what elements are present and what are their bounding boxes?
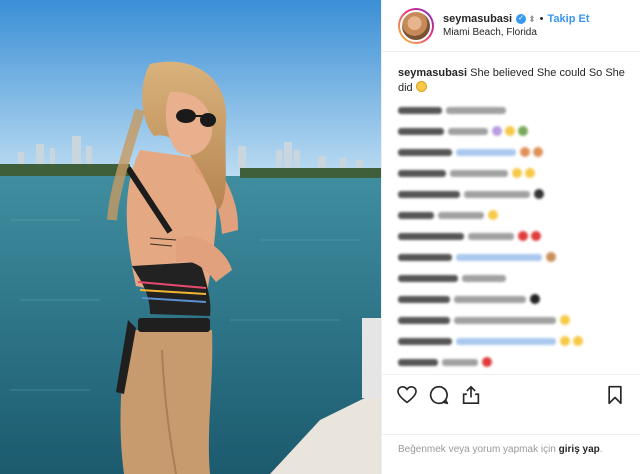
post-image xyxy=(0,0,381,474)
emoji-icon xyxy=(520,147,530,157)
separator-bullet: • xyxy=(539,12,544,25)
like-button[interactable] xyxy=(394,382,420,408)
share-button[interactable] xyxy=(458,382,484,408)
smiley-emoji-icon xyxy=(415,81,427,92)
comment-text xyxy=(462,274,506,282)
verified-badge-icon: ✓ xyxy=(516,13,527,24)
comment-text xyxy=(454,295,526,303)
comment-username[interactable] xyxy=(398,169,446,177)
emoji-icon xyxy=(512,168,522,178)
share-icon xyxy=(462,385,480,404)
emoji-icon xyxy=(560,336,570,346)
comment-username[interactable] xyxy=(398,211,434,219)
heart-icon xyxy=(397,385,417,403)
emoji-icon xyxy=(533,147,543,157)
comment-row xyxy=(398,228,626,244)
comment-row xyxy=(398,123,626,139)
comment-text xyxy=(450,169,508,177)
comment-text xyxy=(446,106,506,114)
comment-text xyxy=(456,253,542,261)
caption-username[interactable]: seymasubasi xyxy=(398,67,467,79)
comment-row xyxy=(398,291,626,307)
emoji-icon xyxy=(525,168,535,178)
login-period: . xyxy=(599,444,603,455)
emoji-icon xyxy=(560,315,570,325)
blurred-comments xyxy=(398,102,626,370)
more-icon[interactable]: ⬍ xyxy=(528,12,536,26)
comment-row xyxy=(398,144,626,160)
comment-row xyxy=(398,354,626,370)
comment-row xyxy=(398,249,626,265)
login-prompt-text: Beğenmek veya yorum yapmak için xyxy=(398,444,556,455)
emoji-icon xyxy=(534,189,544,199)
post-photo[interactable] xyxy=(0,0,381,474)
comment-username[interactable] xyxy=(398,232,464,240)
login-prompt: Beğenmek veya yorum yapmak için giriş ya… xyxy=(382,434,640,457)
post-details-panel: seymasubasi ✓ ⬍ • Takip Et Miami Beach, … xyxy=(381,0,640,474)
emoji-icon xyxy=(573,336,583,346)
comment-icon xyxy=(429,385,449,404)
emoji-icon xyxy=(518,231,528,241)
comment-text xyxy=(454,316,556,324)
save-button[interactable] xyxy=(602,382,628,408)
location-link[interactable]: Miami Beach, Florida xyxy=(443,26,590,40)
comment-username[interactable] xyxy=(398,253,452,261)
emoji-icon xyxy=(482,357,492,367)
login-link[interactable]: giriş yap xyxy=(559,444,600,455)
comment-row xyxy=(398,165,626,181)
comment-username[interactable] xyxy=(398,295,450,303)
emoji-icon xyxy=(505,126,515,136)
comment-row xyxy=(398,207,626,223)
avatar[interactable] xyxy=(398,7,434,44)
post-header: seymasubasi ✓ ⬍ • Takip Et Miami Beach, … xyxy=(382,0,640,52)
comment-username[interactable] xyxy=(398,148,452,156)
comment-username[interactable] xyxy=(398,274,458,282)
comment-row xyxy=(398,312,626,328)
comment-username[interactable] xyxy=(398,127,444,135)
comment-text xyxy=(456,148,516,156)
follow-button[interactable]: Takip Et xyxy=(548,12,590,26)
comment-text xyxy=(438,211,484,219)
comments-list[interactable]: seymasubasi She believed She could So Sh… xyxy=(382,52,640,372)
comment-username[interactable] xyxy=(398,358,438,366)
comment-username[interactable] xyxy=(398,190,460,198)
comment-row xyxy=(398,186,626,202)
bookmark-icon xyxy=(608,385,622,404)
emoji-icon xyxy=(488,210,498,220)
comment-text xyxy=(442,358,478,366)
comment-row xyxy=(398,333,626,349)
username-link[interactable]: seymasubasi xyxy=(443,12,512,26)
emoji-icon xyxy=(518,126,528,136)
emoji-icon xyxy=(531,231,541,241)
emoji-icon xyxy=(492,126,502,136)
comment-button[interactable] xyxy=(426,382,452,408)
post-caption: seymasubasi She believed She could So Sh… xyxy=(398,66,626,96)
emoji-icon xyxy=(546,252,556,262)
comment-text xyxy=(448,127,488,135)
comment-username[interactable] xyxy=(398,337,452,345)
comment-text xyxy=(468,232,514,240)
comment-username[interactable] xyxy=(398,106,442,114)
comment-row xyxy=(398,270,626,286)
comment-text xyxy=(456,337,556,345)
action-bar xyxy=(382,374,640,414)
comment-username[interactable] xyxy=(398,316,450,324)
comment-text xyxy=(464,190,530,198)
comment-row xyxy=(398,102,626,118)
emoji-icon xyxy=(530,294,540,304)
